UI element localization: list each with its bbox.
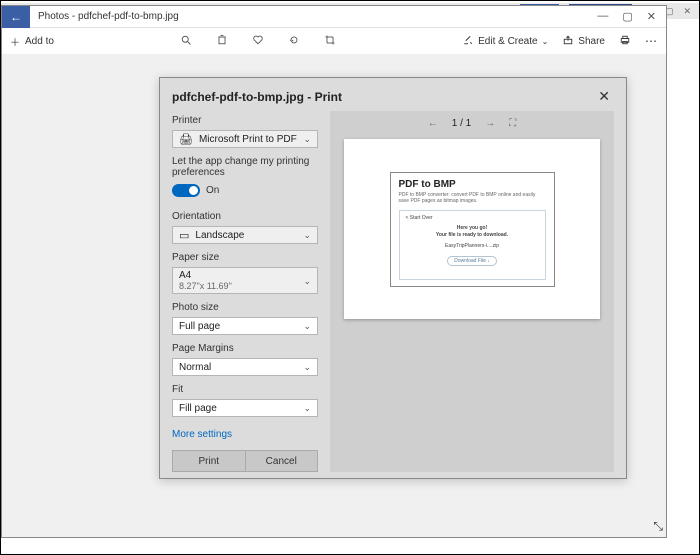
dialog-title: pdfchef-pdf-to-bmp.jpg - Print	[172, 90, 342, 104]
more-button[interactable]: ⋯	[645, 34, 658, 48]
next-page-button[interactable]: →	[485, 118, 495, 129]
chevron-down-icon: ⌄	[303, 276, 311, 287]
fit-page-icon[interactable]: ⛶	[509, 118, 516, 129]
window-title: Photos - pdfchef-pdf-to-bmp.jpg	[30, 11, 587, 22]
paper-size-select[interactable]: A4 8.27"x 11.69" ⌄	[172, 267, 318, 294]
plus-icon: ＋	[10, 34, 20, 49]
printer-select[interactable]: 🖨 Microsoft Print to PDF ⌄	[172, 130, 318, 148]
photo-size-label: Photo size	[172, 302, 318, 313]
printer-icon: 🖨	[179, 133, 193, 146]
toggle-state: On	[206, 185, 219, 196]
print-dialog: pdfchef-pdf-to-bmp.jpg - Print ✕ Printer…	[159, 77, 627, 479]
chevron-down-icon: ⌄	[303, 403, 311, 414]
crop-icon[interactable]	[324, 34, 336, 49]
preview-subtext: PDF to BMP converter: convert PDF to BMP…	[399, 192, 546, 204]
margins-select[interactable]: Normal ⌄	[172, 358, 318, 376]
close-icon[interactable]: ✕	[594, 88, 614, 105]
chevron-down-icon: ⌄	[303, 321, 311, 332]
cancel-button[interactable]: Cancel	[246, 450, 319, 472]
share-icon	[562, 34, 574, 49]
fit-label: Fit	[172, 384, 318, 395]
print-icon[interactable]	[619, 34, 631, 49]
app-titlebar: ← Photos - pdfchef-pdf-to-bmp.jpg — ▢ ✕	[2, 6, 666, 28]
page-navigator: ← 1 / 1 → ⛶	[330, 111, 614, 135]
prev-page-button[interactable]: ←	[428, 118, 438, 129]
paper-size-label: Paper size	[172, 252, 318, 263]
minimize-button[interactable]: —	[597, 10, 608, 23]
add-to-button[interactable]: ＋ Add to	[10, 34, 54, 49]
orientation-select[interactable]: ▭ Landscape ⌄	[172, 226, 318, 244]
chevron-down-icon: ⌄	[303, 362, 311, 373]
rotate-icon[interactable]	[288, 34, 300, 49]
maximize-button[interactable]: ▢	[622, 10, 632, 23]
margins-label: Page Margins	[172, 343, 318, 354]
print-button[interactable]: Print	[172, 450, 246, 472]
preview-page: PDF to BMP PDF to BMP converter: convert…	[344, 139, 600, 319]
printer-label: Printer	[172, 115, 318, 126]
prefs-label: Let the app change my printing preferenc…	[172, 156, 318, 178]
favorite-icon[interactable]	[252, 34, 264, 49]
window-controls: — ▢ ✕	[587, 10, 666, 23]
landscape-icon: ▭	[179, 229, 189, 242]
resize-grip-icon[interactable]: ⤡	[653, 519, 663, 534]
close-window-button[interactable]: ✕	[647, 10, 656, 23]
edit-create-button[interactable]: Edit & Create ⌄	[462, 34, 548, 49]
delete-icon[interactable]	[216, 34, 228, 49]
orientation-label: Orientation	[172, 211, 318, 222]
add-to-label: Add to	[25, 36, 54, 47]
fit-select[interactable]: Fill page ⌄	[172, 399, 318, 417]
photo-size-select[interactable]: Full page ⌄	[172, 317, 318, 335]
zoom-icon[interactable]	[180, 34, 192, 49]
app-toolbar: ＋ Add to Edit & Create ⌄ Share ⋯	[2, 28, 666, 54]
back-button[interactable]: ←	[2, 6, 30, 28]
share-button[interactable]: Share	[562, 34, 605, 49]
preview-heading: PDF to BMP	[399, 179, 546, 190]
chevron-down-icon: ⌄	[542, 37, 549, 46]
preview-download-btn: Download File ↓	[447, 256, 497, 266]
print-preview-pane: ← 1 / 1 → ⛶ PDF to BMP PDF to BMP conver…	[330, 111, 614, 472]
preview-start-over: < Start Over	[406, 215, 433, 221]
more-settings-link[interactable]: More settings	[172, 429, 318, 440]
chevron-down-icon: ⌄	[303, 134, 311, 145]
print-settings-pane: Printer 🖨 Microsoft Print to PDF ⌄ Let t…	[172, 111, 318, 472]
edit-icon	[462, 34, 474, 49]
chevron-down-icon: ⌄	[303, 230, 311, 241]
prefs-toggle[interactable]	[172, 184, 200, 197]
